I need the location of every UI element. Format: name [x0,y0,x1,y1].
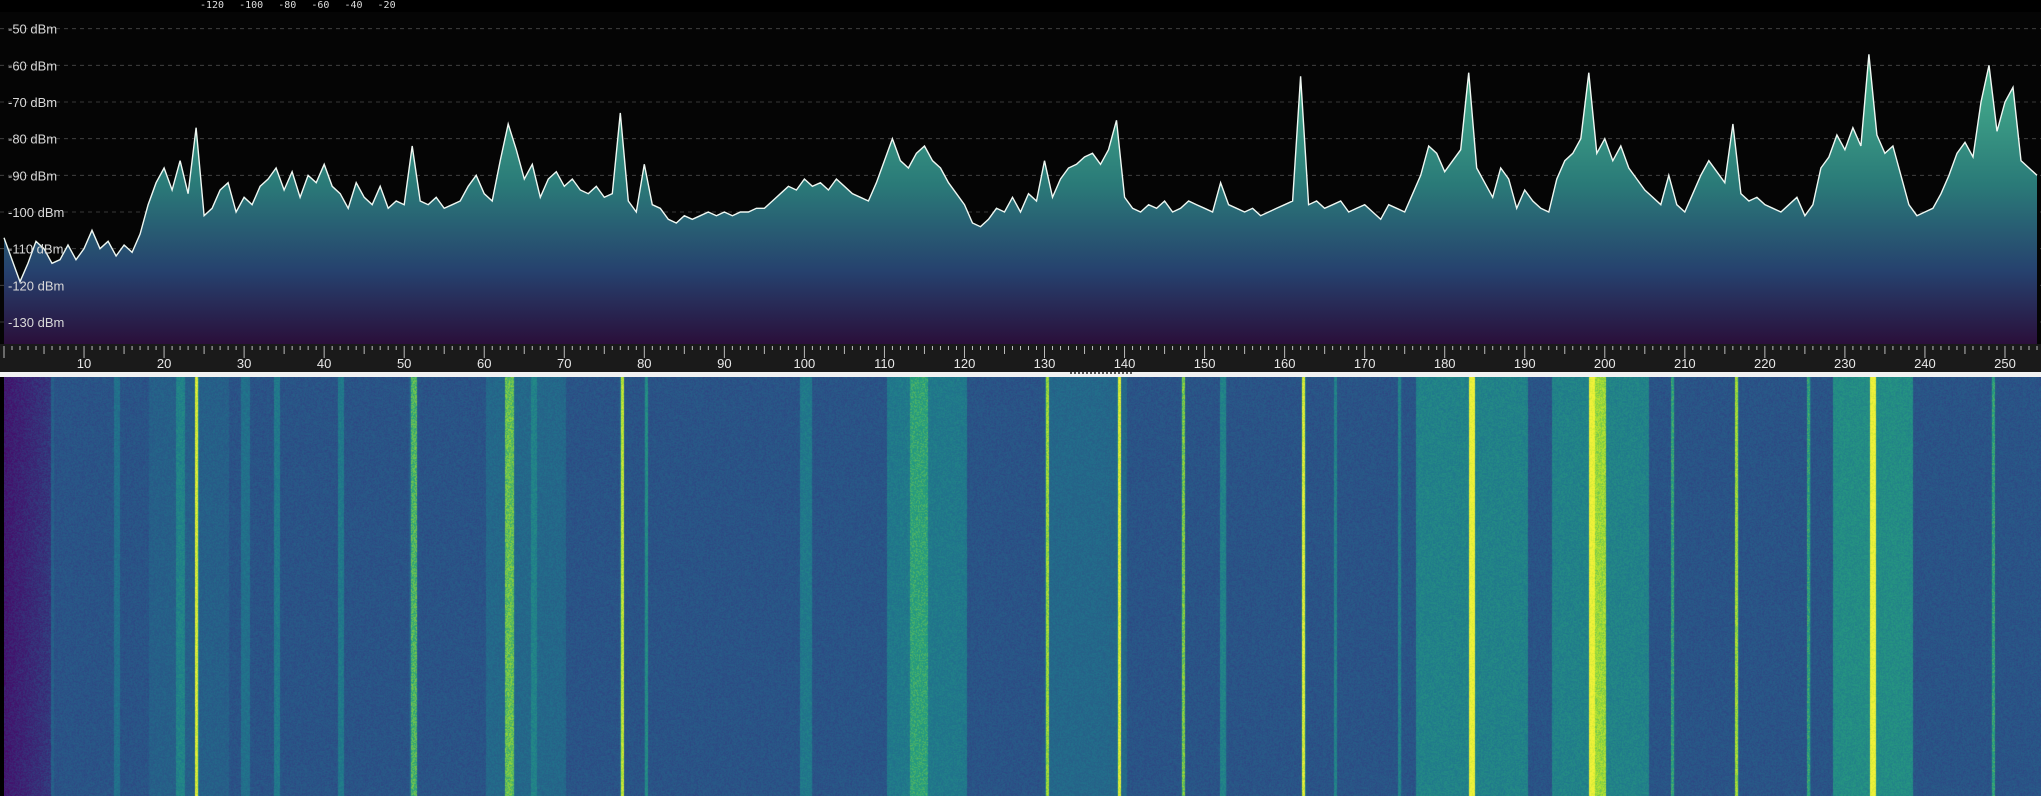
y-axis-label: -100 dBm [8,205,64,220]
x-axis-label: 220 [1754,356,1776,371]
y-axis-label: -90 dBm [8,168,57,183]
y-axis-label: -80 dBm [8,132,57,147]
y-axis-label: -110 dBm [8,242,63,257]
x-axis-label: 190 [1514,356,1536,371]
x-axis-label: 60 [477,356,491,371]
x-axis-ticks [3,346,2038,358]
x-axis-label: 250 [1994,356,2016,371]
x-axis-label: 110 [874,356,895,371]
y-axis-label: -50 dBm [8,22,57,37]
x-axis-label: 90 [717,356,731,371]
x-axis-label: 10 [77,356,91,371]
x-axis-label: 70 [557,356,571,371]
x-axis-label: 40 [317,356,331,371]
y-axis-label: -60 dBm [8,58,57,73]
x-axis-label: 100 [794,356,816,371]
x-axis-label: 130 [1034,356,1056,371]
x-axis-label: 30 [237,356,251,371]
waterfall-display[interactable] [4,377,2041,796]
x-axis-label: 140 [1114,356,1136,371]
x-axis-label: 180 [1434,356,1456,371]
x-axis-labels: 10 20 30 40 50 60 70 80 90 100 110 120 130 140 150 160 1… [77,356,2016,371]
x-axis-label: 170 [1354,356,1376,371]
x-axis-label: 210 [1674,356,1696,371]
x-axis-label: 230 [1834,356,1856,371]
x-axis-label: 200 [1594,356,1616,371]
spectrum-plot[interactable]: -50 dBm -60 dBm -70 dBm -80 dBm -90 dBm -100 … [0,0,2041,372]
x-axis-label: 50 [397,356,411,371]
y-axis-label: -130 dBm [8,315,64,330]
x-axis-label: 120 [954,356,976,371]
y-axis-label: -120 dBm [8,278,64,293]
y-axis-labels: -50 dBm -60 dBm -70 dBm -80 dBm -90 dBm -100 … [8,22,64,330]
x-axis-label: 80 [637,356,651,371]
x-axis-label: 160 [1274,356,1296,371]
y-axis-label: -70 dBm [8,95,57,110]
x-axis-label: 150 [1194,356,1216,371]
x-axis-label: 20 [157,356,171,371]
x-axis-label: 240 [1914,356,1936,371]
